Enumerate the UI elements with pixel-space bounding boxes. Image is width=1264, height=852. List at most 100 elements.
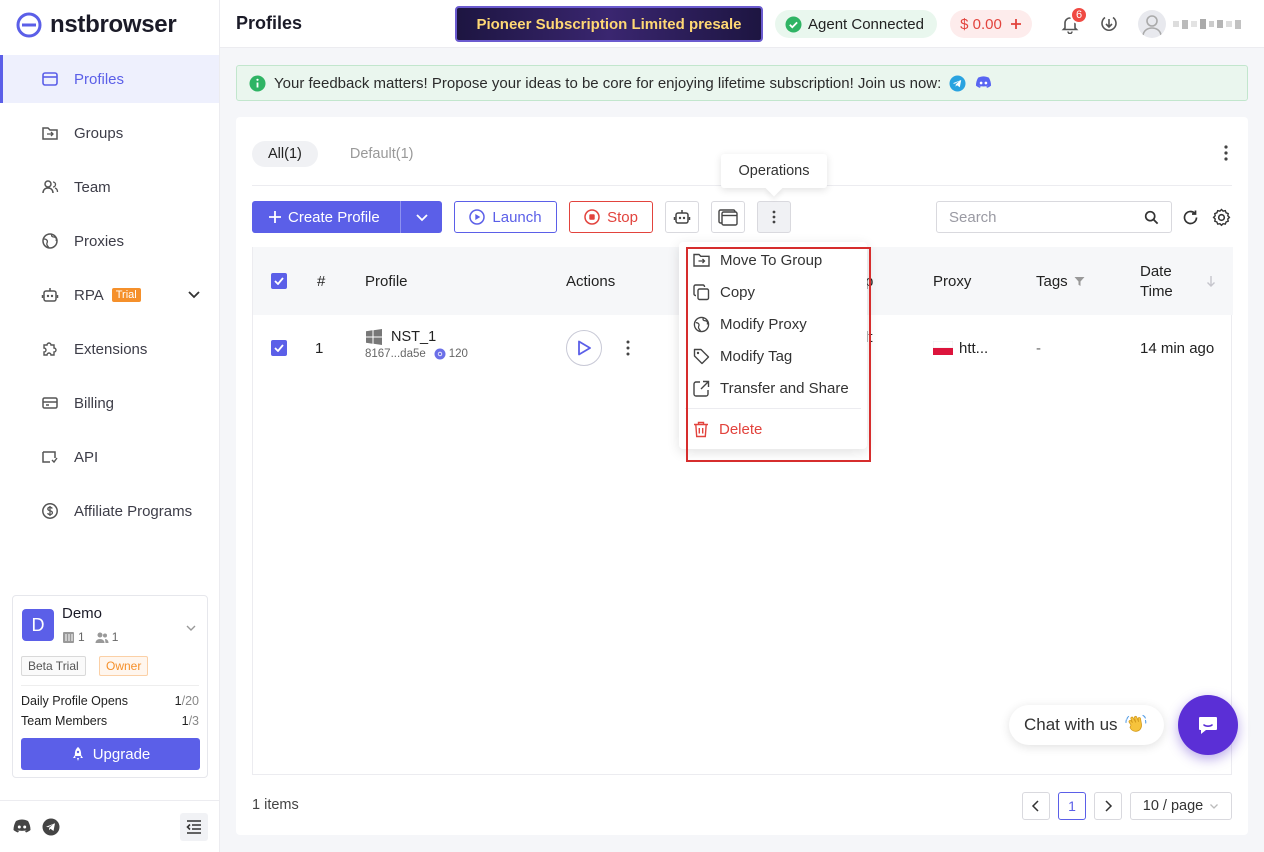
user-name-blurred[interactable]	[1173, 14, 1241, 34]
team-members-value: 1/3	[182, 714, 199, 728]
page-size-select[interactable]: 10 / page	[1130, 792, 1232, 820]
blur-pixel	[1190, 21, 1197, 27]
operations-button[interactable]	[757, 201, 791, 233]
daily-opens-value: 1/20	[175, 694, 199, 708]
column-header-tags[interactable]: Tags	[1036, 247, 1085, 315]
api-icon	[40, 447, 60, 467]
sidebar-item-affiliate-programs[interactable]: Affiliate Programs	[0, 487, 219, 535]
stop-button[interactable]: Stop	[569, 201, 653, 233]
sidebar-item-label: Extensions	[74, 340, 148, 358]
blur-pixel	[1217, 20, 1224, 28]
chat-launcher-button[interactable]	[1178, 695, 1238, 755]
sidebar-item-profiles[interactable]: Profiles	[0, 55, 219, 103]
logo[interactable]: nstbrowser	[16, 10, 177, 40]
role-badge: Owner	[99, 656, 149, 676]
checkbox-checked	[271, 340, 287, 356]
sidebar-item-api[interactable]: API	[0, 433, 219, 481]
search-box	[936, 201, 1172, 233]
checkbox-checked	[271, 273, 287, 289]
search-icon[interactable]	[1144, 210, 1159, 225]
waving-hand-icon	[1124, 714, 1146, 732]
discord-icon[interactable]	[974, 75, 993, 91]
agent-status-label: Agent Connected	[808, 15, 924, 33]
robot-icon	[40, 285, 60, 305]
profile-name[interactable]: NST_1	[391, 329, 436, 345]
chevron-down-icon[interactable]	[185, 622, 197, 634]
gear-icon[interactable]	[1212, 208, 1231, 227]
page-number-button[interactable]: 1	[1058, 792, 1086, 820]
team-member-stat: 1	[95, 630, 119, 644]
column-header-profile: Profile	[365, 272, 408, 290]
dollar-circle-icon	[40, 501, 60, 521]
feedback-banner: Your feedback matters! Propose your idea…	[236, 65, 1248, 101]
daily-opens-label: Daily Profile Opens	[21, 694, 128, 708]
row-checkbox[interactable]	[271, 315, 287, 381]
blur-pixel	[1181, 19, 1188, 29]
check-icon	[274, 277, 284, 285]
sort-arrow-icon[interactable]	[1206, 275, 1216, 287]
robot-icon	[673, 210, 691, 224]
operations-tooltip: Operations	[721, 154, 827, 188]
sidebar-item-groups[interactable]: Groups	[0, 109, 219, 157]
more-options-icon[interactable]	[1224, 144, 1228, 162]
page-title: Profiles	[236, 13, 303, 33]
window-sync-button[interactable]	[711, 201, 745, 233]
chat-with-us-bubble[interactable]: Chat with us	[1009, 705, 1164, 745]
row-more-options-icon[interactable]	[626, 339, 630, 357]
tab-default[interactable]: Default(1)	[334, 141, 430, 167]
members-icon	[95, 632, 109, 643]
agent-status[interactable]: Agent Connected	[775, 10, 937, 38]
launch-profile-button[interactable]	[566, 330, 602, 366]
rocket-icon	[72, 747, 83, 761]
chevron-down-icon[interactable]	[187, 287, 201, 301]
windows-icon	[366, 329, 382, 345]
rpa-button[interactable]	[665, 201, 699, 233]
sidebar-item-team[interactable]: Team	[0, 163, 219, 211]
profile-id[interactable]: 8167...da5e	[365, 348, 426, 360]
user-avatar[interactable]	[1138, 10, 1166, 38]
team-group-stat: 1	[62, 630, 85, 644]
prev-page-button[interactable]	[1022, 792, 1050, 820]
check-icon	[274, 344, 284, 352]
row-proxy[interactable]: htt...	[933, 315, 988, 381]
promo-banner-button[interactable]: Pioneer Subscription Limited presale	[455, 6, 763, 42]
sidebar-item-extensions[interactable]: Extensions	[0, 325, 219, 373]
sidebar-item-proxies[interactable]: Proxies	[0, 217, 219, 265]
telegram-icon[interactable]	[42, 818, 60, 836]
telegram-icon[interactable]	[949, 75, 966, 92]
launch-button[interactable]: Launch	[454, 201, 557, 233]
refresh-icon[interactable]	[1182, 209, 1199, 226]
row-tags: -	[1036, 339, 1041, 357]
team-card[interactable]: D Demo 1 1 Beta Trial Owner Daily Profil…	[12, 595, 208, 778]
sidebar-item-label: API	[74, 448, 99, 466]
column-header-date-time[interactable]: Date Time	[1140, 247, 1173, 315]
check-circle-icon	[785, 16, 802, 32]
plan-badge: Beta Trial	[21, 656, 86, 676]
sidebar-item-billing[interactable]: Billing	[0, 379, 219, 427]
filter-icon[interactable]	[1074, 276, 1085, 287]
balance-button[interactable]: $ 0.00	[950, 10, 1032, 38]
next-page-button[interactable]	[1094, 792, 1122, 820]
groups-icon	[63, 631, 74, 643]
blur-pixel	[1173, 21, 1179, 27]
discord-icon[interactable]	[12, 818, 32, 836]
collapse-sidebar-icon[interactable]	[180, 813, 208, 841]
row-date: 14 min ago	[1140, 339, 1215, 357]
download-icon[interactable]	[1099, 14, 1119, 34]
upgrade-button[interactable]: Upgrade	[21, 738, 200, 770]
chevron-right-icon	[1105, 800, 1113, 812]
credit-card-icon	[40, 393, 60, 413]
sidebar-item-label: RPA	[74, 286, 104, 304]
balance-value: $ 0.00	[960, 15, 1002, 33]
tab-all[interactable]: All(1)	[252, 141, 318, 167]
sidebar-item-rpa[interactable]: RPA Trial	[0, 271, 219, 319]
team-member-count: 1	[111, 630, 119, 644]
sidebar-item-label: Proxies	[74, 232, 125, 250]
search-input[interactable]	[949, 208, 1129, 226]
chrome-kernel-icon	[434, 348, 446, 360]
profile-meta: 8167...da5e 120	[365, 348, 468, 360]
select-all-checkbox[interactable]	[271, 247, 287, 315]
create-profile-button[interactable]: Create Profile	[252, 201, 400, 233]
create-profile-dropdown[interactable]	[401, 201, 442, 233]
stop-label: Stop	[607, 208, 638, 226]
